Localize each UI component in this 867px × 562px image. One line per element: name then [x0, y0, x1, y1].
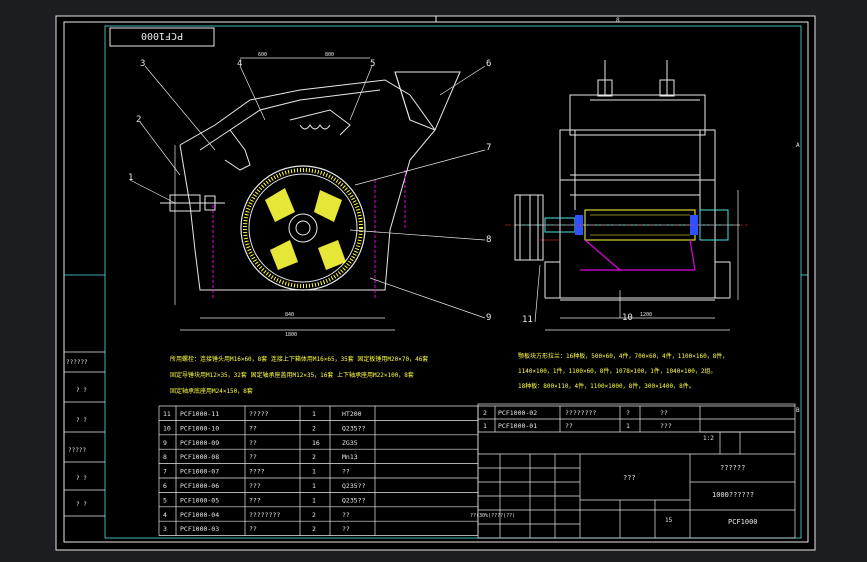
parts-left-code: PCF1000-08: [180, 453, 219, 461]
parts-left-code: PCF1000-06: [180, 482, 219, 490]
parts-left-qty: 2: [312, 511, 316, 519]
parts-left-code: PCF1000-07: [180, 468, 219, 476]
parts-left-no: 10: [163, 424, 171, 432]
zone-label-b: B: [796, 407, 800, 414]
parts-right-name: ??: [565, 422, 573, 430]
parts-left-material: Q235??: [342, 424, 366, 432]
parts-left-qty: 1: [312, 496, 316, 504]
margin-a: ??????: [66, 359, 88, 366]
margin-d: ?????: [68, 447, 86, 454]
parts-right-code: PCF1000-02: [498, 409, 537, 417]
parts-left-name: ?????: [249, 410, 269, 418]
title-drawing-no: PCF1000: [728, 518, 758, 526]
parts-left-qty: 1: [312, 468, 316, 476]
parts-left-no: 7: [163, 468, 167, 476]
parts-left-name: ??: [249, 439, 257, 447]
dim-inner: 840: [285, 312, 294, 318]
callout-3: 3: [140, 59, 145, 69]
parts-left-code: PCF1000-11: [180, 410, 219, 418]
dim-overall: 1800: [285, 332, 297, 338]
parts-left-name: ??: [249, 424, 257, 432]
callout-10: 10: [622, 313, 633, 323]
code-box-text: PCF1000: [141, 30, 183, 41]
parts-right-no: 2: [483, 409, 487, 417]
zone-label-top: 8: [616, 17, 620, 24]
callout-1: 1: [128, 173, 133, 183]
parts-left-qty: 1: [312, 410, 316, 418]
parts-left-name: ??: [249, 525, 257, 533]
title-remark: ??(30%)????(??): [470, 513, 515, 519]
parts-left-code: PCF1000-05: [180, 496, 219, 504]
note-right-line-2: 1140×100，1件，1100×60，8件，1078×100，1件，1040×…: [518, 367, 716, 375]
parts-left-qty: 2: [312, 525, 316, 533]
callout-9: 9: [486, 313, 491, 323]
parts-right-material: ???: [660, 422, 672, 430]
parts-right-qty: 1: [626, 422, 630, 430]
parts-left-no: 8: [163, 453, 167, 461]
parts-left-code: PCF1000-10: [180, 424, 219, 432]
dim-top-a: 600: [258, 52, 267, 58]
parts-left-no: 6: [163, 482, 167, 490]
parts-right-code: PCF1000-01: [498, 422, 537, 430]
parts-left-no: 4: [163, 511, 167, 519]
note-right-line-3: 18种板：800×110，4件，1100×1000，8件，300×1400，8件…: [518, 382, 695, 390]
parts-left-material: ??: [342, 511, 350, 519]
title-weight: 1:2: [703, 435, 714, 442]
parts-left-no: 3: [163, 525, 167, 533]
margin-b: ? ?: [76, 387, 87, 394]
parts-left-material: ZG35: [342, 439, 358, 447]
parts-left-material: ??: [342, 468, 350, 476]
parts-left-qty: 1: [312, 482, 316, 490]
zone-label-a: A: [796, 142, 800, 149]
title-product: 1000??????: [712, 491, 754, 499]
margin-c: ? ?: [76, 417, 87, 424]
parts-left-name: ???: [249, 496, 261, 504]
callout-8: 8: [486, 235, 491, 245]
margin-f: ? ?: [76, 501, 87, 508]
parts-right-material: ??: [660, 409, 668, 417]
parts-left-material: Q235??: [342, 496, 366, 504]
parts-left-name: ????: [249, 468, 265, 476]
title-scale: 15: [665, 517, 673, 524]
parts-left-code: PCF1000-09: [180, 439, 219, 447]
title-drawing-name: ???: [623, 474, 636, 482]
margin-e: ? ?: [76, 475, 87, 482]
title-company: ??????: [720, 464, 745, 472]
parts-left-no: 5: [163, 496, 167, 504]
parts-left-qty: 2: [312, 424, 316, 432]
parts-left-material: Mn13: [342, 453, 358, 461]
callout-4: 4: [237, 59, 242, 69]
parts-right-qty: ?: [626, 409, 630, 417]
dim-top-b: 800: [325, 52, 334, 58]
dim-side-width: 1200: [640, 312, 652, 318]
callout-6: 6: [486, 59, 491, 69]
note-left-line-1: 所用螺栓：连接锤头用M16×60，8套 连接上下箱体用M16×65，35套 固定…: [170, 355, 428, 363]
parts-left-name: ??: [249, 453, 257, 461]
note-left-line-2: 固定导锤块用M12×35，32套 固定轴承座盖用M12×35，16套 上下轴承座…: [170, 371, 414, 379]
parts-left-no: 9: [163, 439, 167, 447]
parts-left-material: Q235??: [342, 482, 366, 490]
callout-7: 7: [486, 143, 491, 153]
note-right-line-1: 颚板块方形拉兰：16种板，500×60，4件，700×60，4件，1100×16…: [518, 352, 728, 360]
parts-left-qty: 2: [312, 453, 316, 461]
parts-left-code: PCF1000-03: [180, 525, 219, 533]
parts-left-qty: 16: [312, 439, 320, 447]
callout-2: 2: [136, 115, 141, 125]
parts-left-material: ??: [342, 525, 350, 533]
parts-left-name: ???: [249, 482, 261, 490]
parts-left-code: PCF1000-04: [180, 511, 219, 519]
callout-11: 11: [522, 315, 533, 325]
callout-5: 5: [370, 59, 375, 69]
parts-left-no: 11: [163, 410, 171, 418]
parts-left-material: HT200: [342, 410, 362, 418]
note-left-line-3: 固定轴承底座用M24×150，8套: [170, 387, 253, 395]
parts-right-name: ????????: [565, 409, 596, 417]
parts-left-name: ????????: [249, 511, 280, 519]
parts-right-no: 1: [483, 422, 487, 430]
cad-drawing-canvas: 8 A B PCF1000 600 800 840 1800 3 2 1 4 5…: [0, 0, 867, 562]
